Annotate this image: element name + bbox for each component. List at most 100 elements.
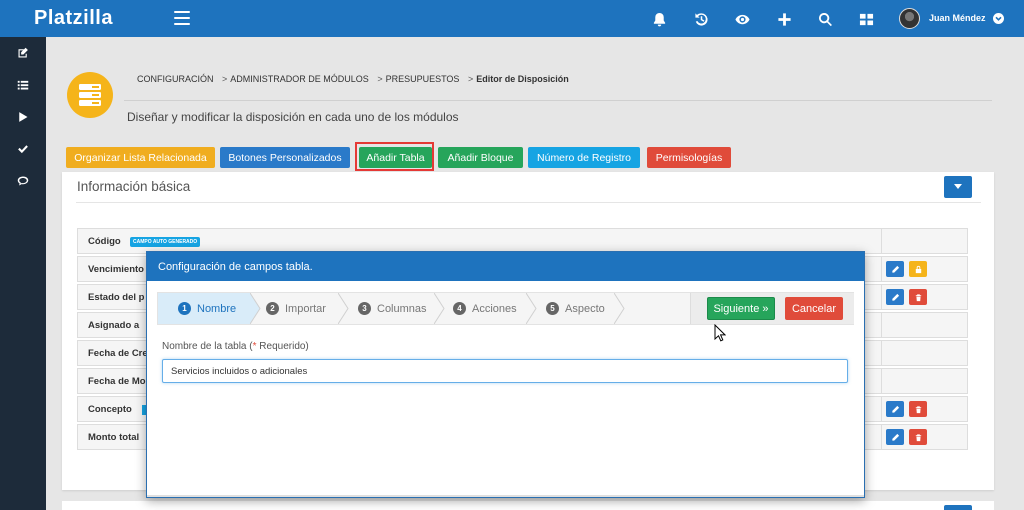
cancel-button[interactable]: Cancelar: [785, 297, 843, 320]
edit-icon[interactable]: [0, 37, 46, 69]
row-actions: [881, 425, 969, 449]
user-name[interactable]: Juan Méndez: [929, 13, 986, 23]
step-number: 2: [266, 302, 279, 315]
step-label: Acciones: [472, 302, 517, 315]
step-label: Columnas: [377, 302, 427, 315]
organize-related-list-button[interactable]: Organizar Lista Relacionada: [66, 147, 215, 168]
edit-field-button[interactable]: [886, 429, 904, 445]
eye-icon[interactable]: [733, 10, 751, 28]
step-separator: [614, 293, 625, 324]
left-sidebar: [0, 37, 46, 510]
step-number: 1: [178, 302, 191, 315]
chevron-down-icon[interactable]: [993, 13, 1004, 24]
breadcrumb-current: Editor de Disposición: [476, 74, 569, 84]
modal-title: Configuración de campos tabla.: [147, 252, 864, 281]
add-block-button[interactable]: Añadir Bloque: [438, 147, 523, 168]
wizard-step-columnas[interactable]: 3 Columnas: [358, 293, 444, 324]
pencil-icon: [891, 293, 899, 301]
edit-field-button[interactable]: [886, 401, 904, 417]
breadcrumb-item[interactable]: CONFIGURACIÓN: [137, 74, 214, 84]
breadcrumb-item[interactable]: ADMINISTRADOR DE MÓDULOS: [230, 74, 369, 84]
required-text: Requerido): [256, 341, 309, 352]
wizard-steps: 1 Nombre 2 Importar 3 Columnas 4 Accione…: [157, 292, 854, 325]
wizard-step-acciones[interactable]: 4 Acciones: [453, 293, 533, 324]
avatar[interactable]: [899, 8, 920, 29]
top-navbar: Platzilla Juan Méndez: [0, 0, 1024, 37]
pencil-icon: [891, 433, 899, 441]
row-actions: [881, 313, 969, 337]
trash-icon: [915, 405, 921, 413]
breadcrumb: CONFIGURACIÓN > ADMINISTRADOR DE MÓDULOS …: [137, 74, 575, 84]
lock-icon: [915, 265, 921, 273]
chat-icon[interactable]: [0, 165, 46, 197]
step-separator: [526, 293, 537, 324]
step-label: Nombre: [197, 302, 237, 315]
mouse-cursor-icon: [714, 324, 726, 342]
caret-down-icon: [954, 184, 962, 189]
permissions-button[interactable]: Permisologías: [647, 147, 731, 168]
pencil-icon: [891, 405, 899, 413]
delete-field-button[interactable]: [909, 401, 927, 417]
next-button[interactable]: Siguiente »: [707, 297, 775, 320]
row-actions: [881, 257, 969, 281]
step-label: Importar: [285, 302, 326, 315]
delete-field-button[interactable]: [909, 289, 927, 305]
highlight-annotation: [355, 142, 434, 171]
divider: [124, 100, 992, 101]
row-actions: [881, 397, 969, 421]
record-number-button[interactable]: Número de Registro: [528, 147, 640, 168]
custom-buttons-button[interactable]: Botones Personalizados: [220, 147, 350, 168]
step-separator: [338, 293, 349, 324]
breadcrumb-separator: >: [377, 74, 383, 84]
search-icon[interactable]: [816, 10, 834, 28]
app-logo[interactable]: Platzilla: [34, 7, 113, 30]
step-separator: [434, 293, 445, 324]
panel-title: Información básica: [77, 179, 191, 194]
wizard-actions: Siguiente » Cancelar: [690, 293, 854, 324]
edit-field-button[interactable]: [886, 261, 904, 277]
grid-icon[interactable]: [857, 10, 875, 28]
table-name-label: Nombre de la tabla (* Requerido): [162, 341, 309, 352]
row-actions: [881, 285, 969, 309]
server-icon: [67, 72, 113, 118]
lock-field-button[interactable]: [909, 261, 927, 277]
secondary-panel: [62, 501, 994, 510]
field-label: Fecha de Cre: [88, 348, 148, 359]
panel-dropdown-button[interactable]: [944, 176, 972, 198]
bell-icon[interactable]: [650, 10, 668, 28]
step-separator: [250, 293, 261, 324]
trash-icon: [915, 433, 921, 441]
step-number: 3: [358, 302, 371, 315]
step-number: 5: [546, 302, 559, 315]
table-config-modal: Configuración de campos tabla. 1 Nombre …: [146, 251, 865, 498]
field-label: Vencimiento: [88, 264, 144, 275]
step-number: 4: [453, 302, 466, 315]
field-label: Monto total: [88, 432, 140, 443]
divider: [76, 202, 981, 203]
play-icon[interactable]: [0, 101, 46, 133]
page-subtitle: Diseñar y modificar la disposición en ca…: [127, 110, 459, 124]
trash-icon: [915, 293, 921, 301]
row-actions: [881, 229, 969, 253]
wizard-step-aspecto[interactable]: 5 Aspecto: [546, 293, 622, 324]
auto-generated-badge: CAMPO AUTO GENERADO: [130, 237, 201, 247]
wizard-step-nombre[interactable]: 1 Nombre: [158, 293, 250, 324]
edit-field-button[interactable]: [886, 289, 904, 305]
field-label: Asignado a: [88, 320, 140, 331]
field-label: Estado del p: [88, 292, 145, 303]
pencil-icon: [891, 265, 899, 273]
list-icon[interactable]: [0, 69, 46, 101]
panel-dropdown-button[interactable]: [944, 505, 972, 510]
field-label: Código: [88, 236, 121, 247]
delete-field-button[interactable]: [909, 429, 927, 445]
row-actions: [881, 341, 969, 365]
menu-toggle-icon[interactable]: [174, 11, 190, 25]
table-name-input[interactable]: [162, 359, 848, 383]
history-icon[interactable]: [692, 10, 710, 28]
step-label: Aspecto: [565, 302, 605, 315]
wizard-step-importar[interactable]: 2 Importar: [266, 293, 342, 324]
check-icon[interactable]: [0, 133, 46, 165]
plus-icon[interactable]: [775, 10, 793, 28]
breadcrumb-separator: >: [222, 74, 228, 84]
breadcrumb-item[interactable]: PRESUPUESTOS: [386, 74, 460, 84]
